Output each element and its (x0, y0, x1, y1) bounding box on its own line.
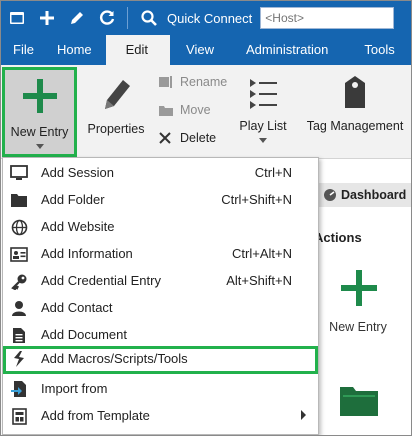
menu-item-label: Add Information (41, 246, 133, 261)
menu-item-label: Add Credential Entry (41, 273, 161, 288)
tab-tools[interactable]: Tools (352, 35, 404, 65)
dashboard-tab[interactable]: Dashboard (319, 183, 411, 207)
menu-item-add-session[interactable]: Add Session Ctrl+N (3, 160, 318, 186)
menu-item-shortcut: Ctrl+Shift+N (221, 192, 292, 207)
search-icon[interactable] (135, 4, 163, 32)
play-list-button[interactable]: Play List (235, 67, 291, 143)
submenu-arrow-icon (301, 410, 306, 420)
menu-item-shortcut: Ctrl+Alt+N (232, 246, 292, 261)
rename-label: Rename (180, 75, 228, 89)
rename-button[interactable]: Rename (158, 75, 227, 89)
menu-item-label: Add Folder (41, 192, 105, 207)
menu-item-label: Import from (41, 381, 108, 396)
app-window: Quick Connect File Home Edit View Admini… (0, 0, 412, 436)
new-entry-action-icon[interactable] (337, 266, 381, 310)
new-entry-button[interactable]: New Entry (2, 67, 77, 157)
menu-item-label: Add Session (41, 165, 114, 180)
document-icon (10, 326, 28, 344)
tag-management-label: Tag Management (306, 119, 404, 133)
key-icon (10, 272, 28, 290)
folder-action-icon[interactable] (339, 381, 379, 417)
delete-button[interactable]: Delete (158, 131, 216, 145)
menu-item-add-macros-scripts-tools[interactable]: Add Macros/Scripts/Tools (3, 346, 318, 374)
add-icon (22, 79, 57, 113)
toolbar-divider (127, 7, 128, 29)
menu-item-add-from-template[interactable]: Add from Template (3, 403, 318, 429)
quick-connect-label: Quick Connect (167, 10, 253, 26)
tag-icon (345, 76, 365, 108)
tag-management-button[interactable]: Tag Management (299, 67, 411, 133)
menu-item-add-document[interactable]: Add Document (3, 322, 318, 348)
new-entry-action-label[interactable]: New Entry (323, 320, 393, 334)
edit-icon[interactable] (63, 4, 91, 32)
menu-item-label: Add Macros/Scripts/Tools (41, 351, 188, 366)
new-entry-menu: Add Session Ctrl+N Add Folder Ctrl+Shift… (2, 157, 319, 435)
move-icon (159, 106, 173, 116)
window-icon[interactable] (3, 4, 31, 32)
delete-icon (159, 132, 171, 144)
move-label: Move (180, 103, 211, 117)
tab-view[interactable]: View (170, 35, 236, 65)
menu-item-label: Add Contact (41, 300, 113, 315)
globe-icon (10, 218, 28, 236)
add-icon[interactable] (33, 4, 61, 32)
new-entry-label: New Entry (10, 125, 69, 139)
menu-item-label: Add Website (41, 219, 115, 234)
folder-icon (10, 191, 28, 209)
ribbon-tabs: File Home Edit View Administration Tools (1, 35, 411, 65)
delete-label: Delete (180, 131, 217, 145)
tab-home[interactable]: Home (45, 35, 106, 65)
menu-item-label: Add Document (41, 327, 127, 342)
dashboard-icon (324, 189, 336, 201)
host-input[interactable] (260, 7, 395, 29)
tab-administration[interactable]: Administration (236, 35, 352, 65)
menu-item-shortcut: Ctrl+N (254, 165, 292, 180)
dashboard-label: Dashboard (341, 188, 407, 202)
play-list-label: Play List (239, 119, 287, 133)
contact-icon (10, 299, 28, 317)
menu-item-add-contact[interactable]: Add Contact (3, 295, 318, 321)
menu-item-shortcut: Alt+Shift+N (226, 273, 292, 288)
chevron-down-icon (35, 144, 44, 149)
pencil-icon (105, 80, 130, 109)
ribbon-panel: New Entry Properties Rename Move Delete … (1, 65, 411, 159)
move-button[interactable]: Move (158, 103, 211, 117)
chevron-down-icon (259, 138, 267, 143)
import-icon (10, 380, 28, 398)
id-card-icon (10, 245, 28, 263)
actions-heading: Actions (314, 230, 362, 245)
rename-icon (159, 76, 172, 88)
monitor-icon (10, 164, 28, 182)
menu-item-add-website[interactable]: Add Website (3, 214, 318, 240)
properties-label: Properties (87, 122, 145, 136)
menu-item-label: Add from Template (41, 408, 150, 423)
menu-item-add-information[interactable]: Add Information Ctrl+Alt+N (3, 241, 318, 267)
refresh-icon[interactable] (93, 4, 121, 32)
macro-icon (10, 350, 28, 368)
tab-file[interactable]: File (1, 35, 45, 65)
menu-item-import-from[interactable]: Import from (3, 376, 318, 402)
template-icon (10, 407, 28, 425)
properties-button[interactable]: Properties (85, 67, 147, 136)
menu-item-add-folder[interactable]: Add Folder Ctrl+Shift+N (3, 187, 318, 213)
quick-access-toolbar: Quick Connect (1, 1, 411, 35)
menu-item-add-credential-entry[interactable]: Add Credential Entry Alt+Shift+N (3, 268, 318, 294)
tab-edit[interactable]: Edit (105, 35, 171, 65)
play-list-icon (250, 79, 277, 109)
